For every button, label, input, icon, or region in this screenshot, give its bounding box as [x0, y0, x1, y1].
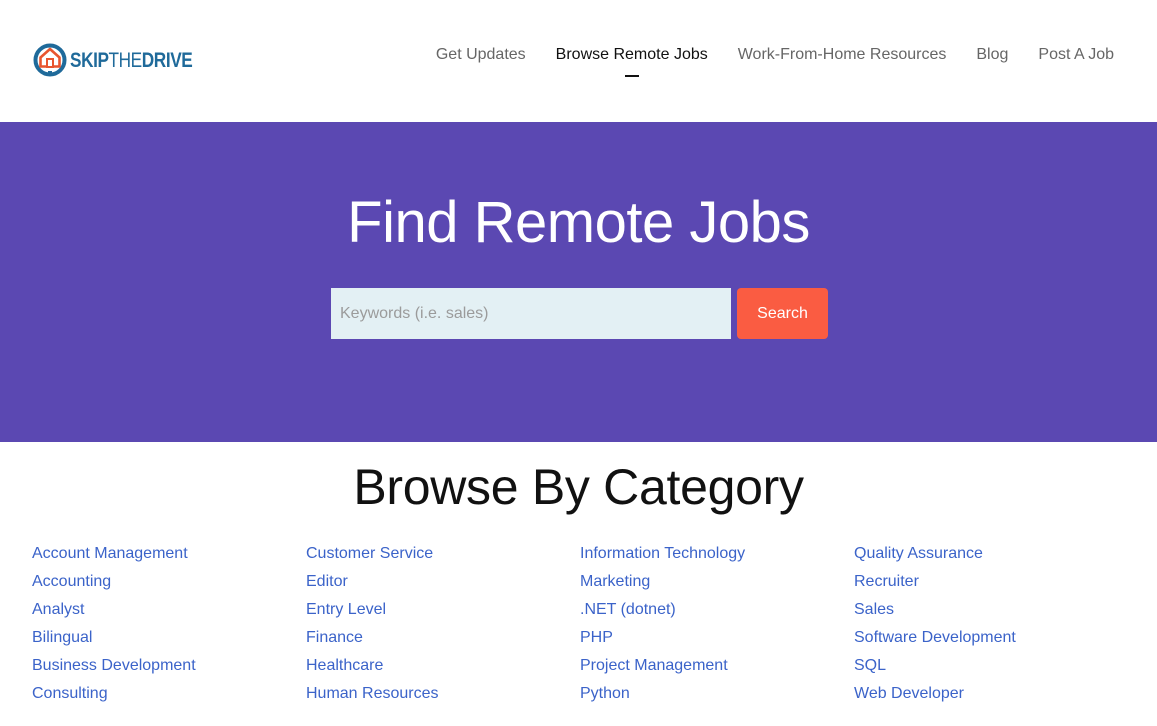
category-link[interactable]: Marketing [580, 568, 854, 596]
hero-title: Find Remote Jobs [347, 190, 810, 255]
category-link[interactable]: Customer Service [306, 540, 580, 568]
nav-post-a-job[interactable]: Post A Job [1038, 44, 1114, 66]
category-link[interactable]: Finance [306, 624, 580, 652]
category-link[interactable]: Information Technology [580, 540, 854, 568]
house-in-circle-icon [33, 43, 67, 77]
category-column: Customer Service Editor Entry Level Fina… [306, 540, 580, 708]
category-link[interactable]: Project Management [580, 652, 854, 680]
category-column: Quality Assurance Recruiter Sales Softwa… [854, 540, 1128, 708]
search-button[interactable]: Search [737, 288, 828, 339]
category-link[interactable]: Analyst [32, 596, 306, 624]
category-link[interactable]: Software Development [854, 624, 1128, 652]
category-link[interactable]: PHP [580, 624, 854, 652]
category-link[interactable]: Sales [854, 596, 1128, 624]
category-link[interactable]: Account Management [32, 540, 306, 568]
category-link[interactable]: Healthcare [306, 652, 580, 680]
category-link[interactable]: Entry Level [306, 596, 580, 624]
category-link[interactable]: Quality Assurance [854, 540, 1128, 568]
logo-link[interactable]: SKIPTHEDRIVE [33, 43, 219, 77]
category-link[interactable]: Consulting [32, 680, 306, 708]
hero-section: Find Remote Jobs Search [0, 122, 1157, 442]
category-link[interactable]: SQL [854, 652, 1128, 680]
keyword-search-input[interactable] [331, 288, 731, 339]
nav-blog[interactable]: Blog [976, 44, 1008, 66]
category-link[interactable]: Bilingual [32, 624, 306, 652]
category-link[interactable]: Editor [306, 568, 580, 596]
site-header: SKIPTHEDRIVE Get Updates Browse Remote J… [0, 0, 1157, 122]
logo-text: SKIPTHEDRIVE [70, 48, 193, 72]
category-link[interactable]: Business Development [32, 652, 306, 680]
category-link[interactable]: .NET (dotnet) [580, 596, 854, 624]
nav-work-from-home-resources[interactable]: Work-From-Home Resources [738, 44, 947, 66]
nav-get-updates[interactable]: Get Updates [436, 44, 526, 66]
category-link[interactable]: Web Developer [854, 680, 1128, 708]
main-nav: Get Updates Browse Remote Jobs Work-From… [406, 44, 1114, 77]
category-list: Account Management Accounting Analyst Bi… [32, 540, 1132, 708]
category-link[interactable]: Human Resources [306, 680, 580, 708]
category-link[interactable]: Accounting [32, 568, 306, 596]
category-link[interactable]: Recruiter [854, 568, 1128, 596]
nav-browse-remote-jobs[interactable]: Browse Remote Jobs [556, 44, 708, 77]
category-column: Account Management Accounting Analyst Bi… [32, 540, 306, 708]
browse-by-category-heading: Browse By Category [353, 459, 804, 515]
category-link[interactable]: Python [580, 680, 854, 708]
category-column: Information Technology Marketing .NET (d… [580, 540, 854, 708]
